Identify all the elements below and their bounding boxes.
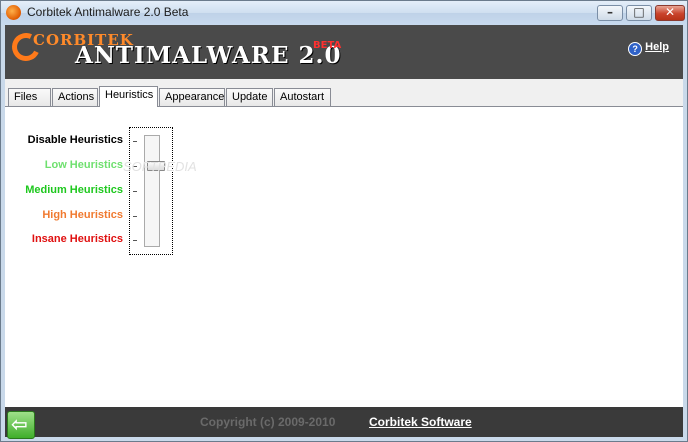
heuristics-panel: Disable Heuristics Low Heuristics Medium…: [5, 107, 683, 407]
tab-bar: Files Actions Heuristics Appearance Upda…: [5, 79, 683, 107]
app-window: Corbitek Antimalware 2.0 Beta – □ ✕ CORB…: [0, 0, 688, 442]
heuristics-slider-track[interactable]: [144, 135, 160, 247]
beta-badge: BETA: [313, 40, 342, 51]
level-label-low: Low Heuristics: [44, 159, 123, 171]
copyright-text: Copyright (c) 2009-2010: [200, 415, 336, 429]
watermark-text: SOFTPEDIA: [123, 159, 197, 174]
tab-appearance[interactable]: Appearance: [159, 88, 225, 106]
minimize-button[interactable]: –: [597, 5, 623, 21]
help-label: Help: [645, 41, 669, 53]
company-link[interactable]: Corbitek Software: [369, 415, 472, 429]
app-icon: [6, 5, 21, 20]
client-area: CORBITEK ANTIMALWARE 2.0 BETA ? Help File…: [5, 25, 683, 439]
maximize-icon: □: [633, 5, 645, 19]
window-title: Corbitek Antimalware 2.0 Beta: [27, 5, 189, 19]
back-arrow-icon: ⇦: [11, 412, 28, 436]
level-label-disable: Disable Heuristics: [27, 134, 123, 146]
footer-bar: ⇦ Copyright (c) 2009-2010 Corbitek Softw…: [5, 407, 683, 439]
help-icon: ?: [628, 42, 643, 56]
maximize-button[interactable]: □: [626, 5, 652, 21]
level-label-insane: Insane Heuristics: [31, 233, 123, 245]
back-button[interactable]: ⇦: [7, 411, 35, 439]
logo-product: ANTIMALWARE 2.0: [75, 42, 342, 69]
close-icon: ✕: [664, 5, 676, 19]
tab-autostart[interactable]: Autostart: [274, 88, 331, 106]
title-bar[interactable]: Corbitek Antimalware 2.0 Beta – □ ✕: [1, 1, 687, 25]
level-label-high: High Heuristics: [42, 209, 123, 221]
tab-update[interactable]: Update: [226, 88, 273, 106]
header-banner: CORBITEK ANTIMALWARE 2.0 BETA ? Help: [5, 25, 683, 79]
close-button[interactable]: ✕: [655, 5, 685, 21]
help-link[interactable]: ? Help: [628, 41, 669, 56]
tab-heuristics[interactable]: Heuristics: [99, 86, 158, 107]
minimize-icon: –: [607, 5, 613, 19]
tab-actions[interactable]: Actions: [52, 88, 98, 106]
tab-files[interactable]: Files: [8, 88, 51, 106]
level-label-medium: Medium Heuristics: [25, 184, 123, 196]
